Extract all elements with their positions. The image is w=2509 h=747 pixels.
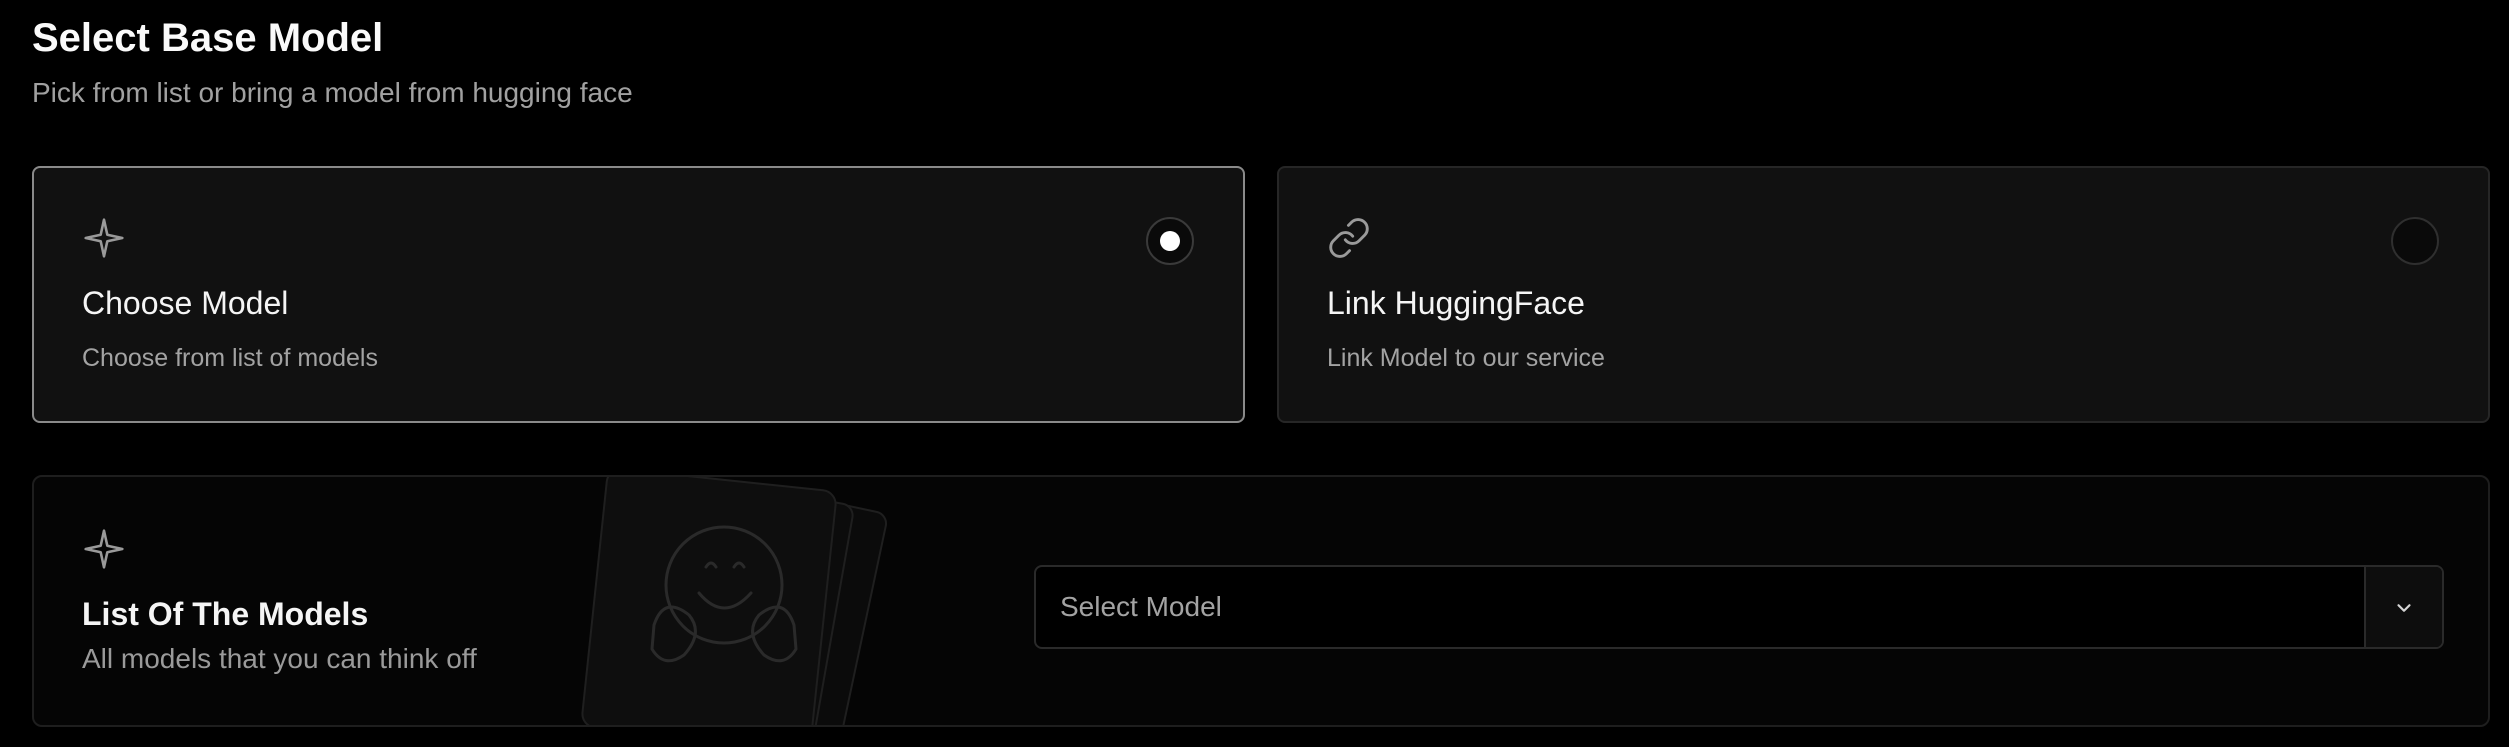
- link-icon: [1329, 218, 1369, 258]
- option-description: Link Model to our service: [1327, 344, 1605, 372]
- hugging-face-emoji-icon: [581, 477, 888, 725]
- option-description: Choose from list of models: [82, 344, 378, 372]
- models-list-panel: List Of The Models All models that you c…: [32, 475, 2490, 727]
- option-title: Choose Model: [82, 285, 289, 321]
- model-select-toggle[interactable]: [2364, 567, 2442, 647]
- option-card-choose-model[interactable]: Choose Model Choose from list of models: [32, 166, 1245, 423]
- option-title: Link HuggingFace: [1327, 285, 1585, 321]
- radio-link-huggingface[interactable]: [2391, 217, 2439, 265]
- page-title: Select Base Model: [32, 16, 384, 60]
- models-panel-description: All models that you can think off: [82, 643, 477, 674]
- sparkle-icon: [84, 218, 124, 258]
- model-select-dropdown[interactable]: Select Model: [1034, 565, 2444, 649]
- models-panel-title: List Of The Models: [82, 596, 369, 632]
- radio-choose-model[interactable]: [1146, 217, 1194, 265]
- model-select-value: Select Model: [1060, 591, 1222, 622]
- sparkle-icon: [84, 529, 124, 569]
- option-card-link-huggingface[interactable]: Link HuggingFace Link Model to our servi…: [1277, 166, 2490, 423]
- page-subtitle: Pick from list or bring a model from hug…: [32, 77, 633, 108]
- chevron-down-icon: [2397, 604, 2411, 612]
- radio-selected-dot: [1160, 231, 1180, 251]
